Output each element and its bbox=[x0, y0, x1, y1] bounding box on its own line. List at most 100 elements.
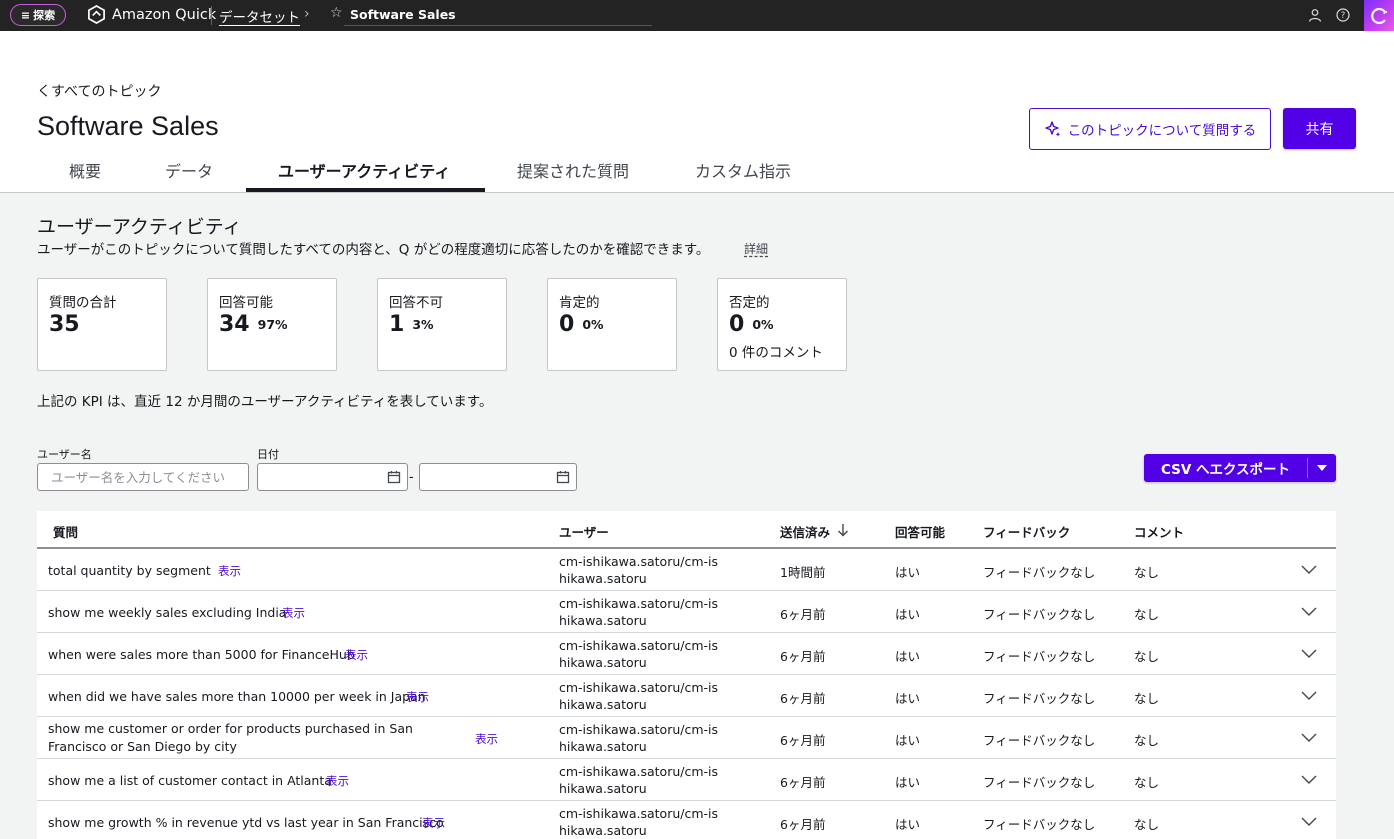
user-name: cm-ishikawa.satoru/cm-ishikawa.satoru bbox=[559, 722, 719, 754]
column-header-question: 質問 bbox=[53, 525, 79, 540]
quick-logo-icon bbox=[88, 5, 105, 24]
sparkle-icon bbox=[1044, 121, 1060, 137]
table-row[interactable]: total quantity by segment 表示 cm-ishikawa… bbox=[37, 549, 1336, 591]
divider bbox=[211, 6, 212, 25]
user-icon[interactable] bbox=[1308, 8, 1322, 22]
date-label: 日付 bbox=[257, 448, 279, 461]
csv-export-button[interactable]: CSV へエクスポート bbox=[1144, 454, 1336, 482]
kpi-card-positive: 肯定的 0 0% bbox=[547, 278, 677, 371]
star-icon[interactable]: ☆ bbox=[330, 5, 343, 21]
breadcrumb-dataset-link[interactable]: データセット bbox=[219, 6, 300, 26]
end-date-input[interactable] bbox=[419, 463, 577, 491]
q-assistant-button[interactable] bbox=[1364, 0, 1394, 31]
kpi-value: 1 bbox=[389, 312, 405, 337]
kpi-label: 回答不可 bbox=[389, 295, 443, 311]
column-header-sent[interactable]: 送信済み bbox=[780, 522, 830, 541]
kpi-label: 肯定的 bbox=[559, 295, 600, 311]
answerable-value: はい bbox=[895, 775, 921, 790]
question-text: show me weekly sales excluding India bbox=[48, 605, 287, 620]
explore-button[interactable]: ≡ 探索 bbox=[10, 4, 66, 26]
user-name: cm-ishikawa.satoru/cm-ishikawa.satoru bbox=[559, 638, 719, 670]
answerable-value: はい bbox=[895, 817, 921, 832]
show-question-link[interactable]: 表示 bbox=[422, 815, 445, 831]
question-text: show me growth % in revenue ytd vs last … bbox=[48, 815, 444, 830]
column-header-comment: コメント bbox=[1134, 525, 1185, 540]
chevron-right-icon: › bbox=[304, 6, 310, 22]
kpi-note: 上記の KPI は、直近 12 か月間のユーザーアクティビティを表しています。 bbox=[37, 394, 493, 410]
user-name: cm-ishikawa.satoru/cm-ishikawa.satoru bbox=[559, 764, 719, 796]
caret-down-icon bbox=[1317, 465, 1327, 471]
table-row[interactable]: when were sales more than 5000 for Finan… bbox=[37, 633, 1336, 675]
kpi-value: 34 bbox=[219, 312, 250, 337]
sort-descending-icon[interactable] bbox=[837, 523, 849, 537]
brand-name: Amazon Quick bbox=[112, 6, 217, 23]
kpi-percent: 3% bbox=[412, 317, 434, 332]
table-row[interactable]: when did we have sales more than 10000 p… bbox=[37, 675, 1336, 717]
comment-value: なし bbox=[1134, 691, 1160, 706]
chevron-down-icon[interactable] bbox=[1301, 689, 1317, 701]
kpi-card-total: 質問の合計 35 bbox=[37, 278, 167, 371]
explore-label: 探索 bbox=[33, 9, 56, 22]
ask-about-topic-button[interactable]: このトピックについて質問する bbox=[1029, 108, 1271, 150]
table-header: 質問 ユーザー 送信済み 回答可能 フィードバック コメント bbox=[37, 511, 1336, 549]
kpi-value: 0 bbox=[559, 312, 575, 337]
calendar-icon[interactable] bbox=[556, 470, 570, 484]
breadcrumb-current: Software Sales bbox=[350, 7, 456, 22]
show-question-link[interactable]: 表示 bbox=[406, 689, 429, 705]
calendar-icon[interactable] bbox=[387, 470, 401, 484]
chevron-down-icon[interactable] bbox=[1301, 563, 1317, 575]
table-row[interactable]: show me a list of customer contact in At… bbox=[37, 759, 1336, 801]
show-question-link[interactable]: 表示 bbox=[345, 647, 368, 663]
share-button[interactable]: 共有 bbox=[1283, 108, 1356, 149]
back-to-all-topics-link[interactable]: くすべてのトピック bbox=[37, 81, 161, 101]
chevron-down-icon[interactable] bbox=[1301, 773, 1317, 785]
date-separator: - bbox=[409, 470, 414, 485]
sent-time: 6ヶ月前 bbox=[780, 607, 826, 622]
export-dropdown-button[interactable] bbox=[1308, 454, 1336, 482]
show-question-link[interactable]: 表示 bbox=[475, 731, 498, 747]
start-date-input[interactable] bbox=[257, 463, 408, 491]
active-tab-indicator bbox=[246, 188, 485, 192]
ask-button-label: このトピックについて質問する bbox=[1067, 123, 1257, 139]
user-name: cm-ishikawa.satoru/cm-ishikawa.satoru bbox=[559, 806, 719, 838]
feedback-value: フィードバックなし bbox=[983, 775, 1096, 790]
sent-time: 6ヶ月前 bbox=[780, 775, 826, 790]
tab-data[interactable]: データ bbox=[165, 158, 213, 182]
table-row[interactable]: show me growth % in revenue ytd vs last … bbox=[37, 801, 1336, 839]
feedback-value: フィードバックなし bbox=[983, 607, 1096, 622]
table-row[interactable]: show me customer or order for products p… bbox=[37, 717, 1336, 759]
section-description: ユーザーがこのトピックについて質問したすべての内容と、Q がどの程度適切に応答し… bbox=[37, 242, 710, 258]
show-question-link[interactable]: 表示 bbox=[282, 605, 305, 621]
kpi-label: 質問の合計 bbox=[49, 295, 117, 311]
sent-time: 6ヶ月前 bbox=[780, 691, 826, 706]
kpi-card-answerable: 回答可能 34 97% bbox=[207, 278, 337, 371]
kpi-card-unanswerable: 回答不可 1 3% bbox=[377, 278, 507, 371]
tab-overview[interactable]: 概要 bbox=[69, 158, 101, 182]
kpi-percent: 0% bbox=[582, 317, 604, 332]
user-name: cm-ishikawa.satoru/cm-ishikawa.satoru bbox=[559, 596, 719, 628]
brand[interactable]: Amazon Quick bbox=[87, 5, 216, 24]
details-link[interactable]: 詳細 bbox=[744, 240, 768, 257]
answerable-value: はい bbox=[895, 733, 921, 748]
feedback-value: フィードバックなし bbox=[983, 733, 1096, 748]
tab-custom-instructions[interactable]: カスタム指示 bbox=[695, 158, 791, 182]
kpi-comment-count: 0 件のコメント bbox=[729, 345, 823, 362]
tab-user-activity[interactable]: ユーザーアクティビティ bbox=[278, 158, 450, 182]
show-question-link[interactable]: 表示 bbox=[326, 773, 349, 789]
chevron-down-icon[interactable] bbox=[1301, 605, 1317, 617]
answerable-value: はい bbox=[895, 691, 921, 706]
kpi-percent: 0% bbox=[752, 317, 774, 332]
kpi-value: 0 bbox=[729, 312, 745, 337]
csv-export-label[interactable]: CSV へエクスポート bbox=[1144, 454, 1307, 482]
answerable-value: はい bbox=[895, 565, 921, 580]
table-row[interactable]: show me weekly sales excluding India 表示 … bbox=[37, 591, 1336, 633]
feedback-value: フィードバックなし bbox=[983, 565, 1096, 580]
tab-suggested-questions[interactable]: 提案された質問 bbox=[517, 158, 629, 182]
username-input[interactable] bbox=[37, 463, 249, 491]
show-question-link[interactable]: 表示 bbox=[218, 563, 241, 579]
chevron-down-icon[interactable] bbox=[1301, 647, 1317, 659]
help-icon[interactable]: ? bbox=[1336, 8, 1350, 22]
section-title: ユーザーアクティビティ bbox=[37, 216, 242, 238]
chevron-down-icon[interactable] bbox=[1301, 731, 1317, 743]
chevron-down-icon[interactable] bbox=[1301, 815, 1317, 827]
